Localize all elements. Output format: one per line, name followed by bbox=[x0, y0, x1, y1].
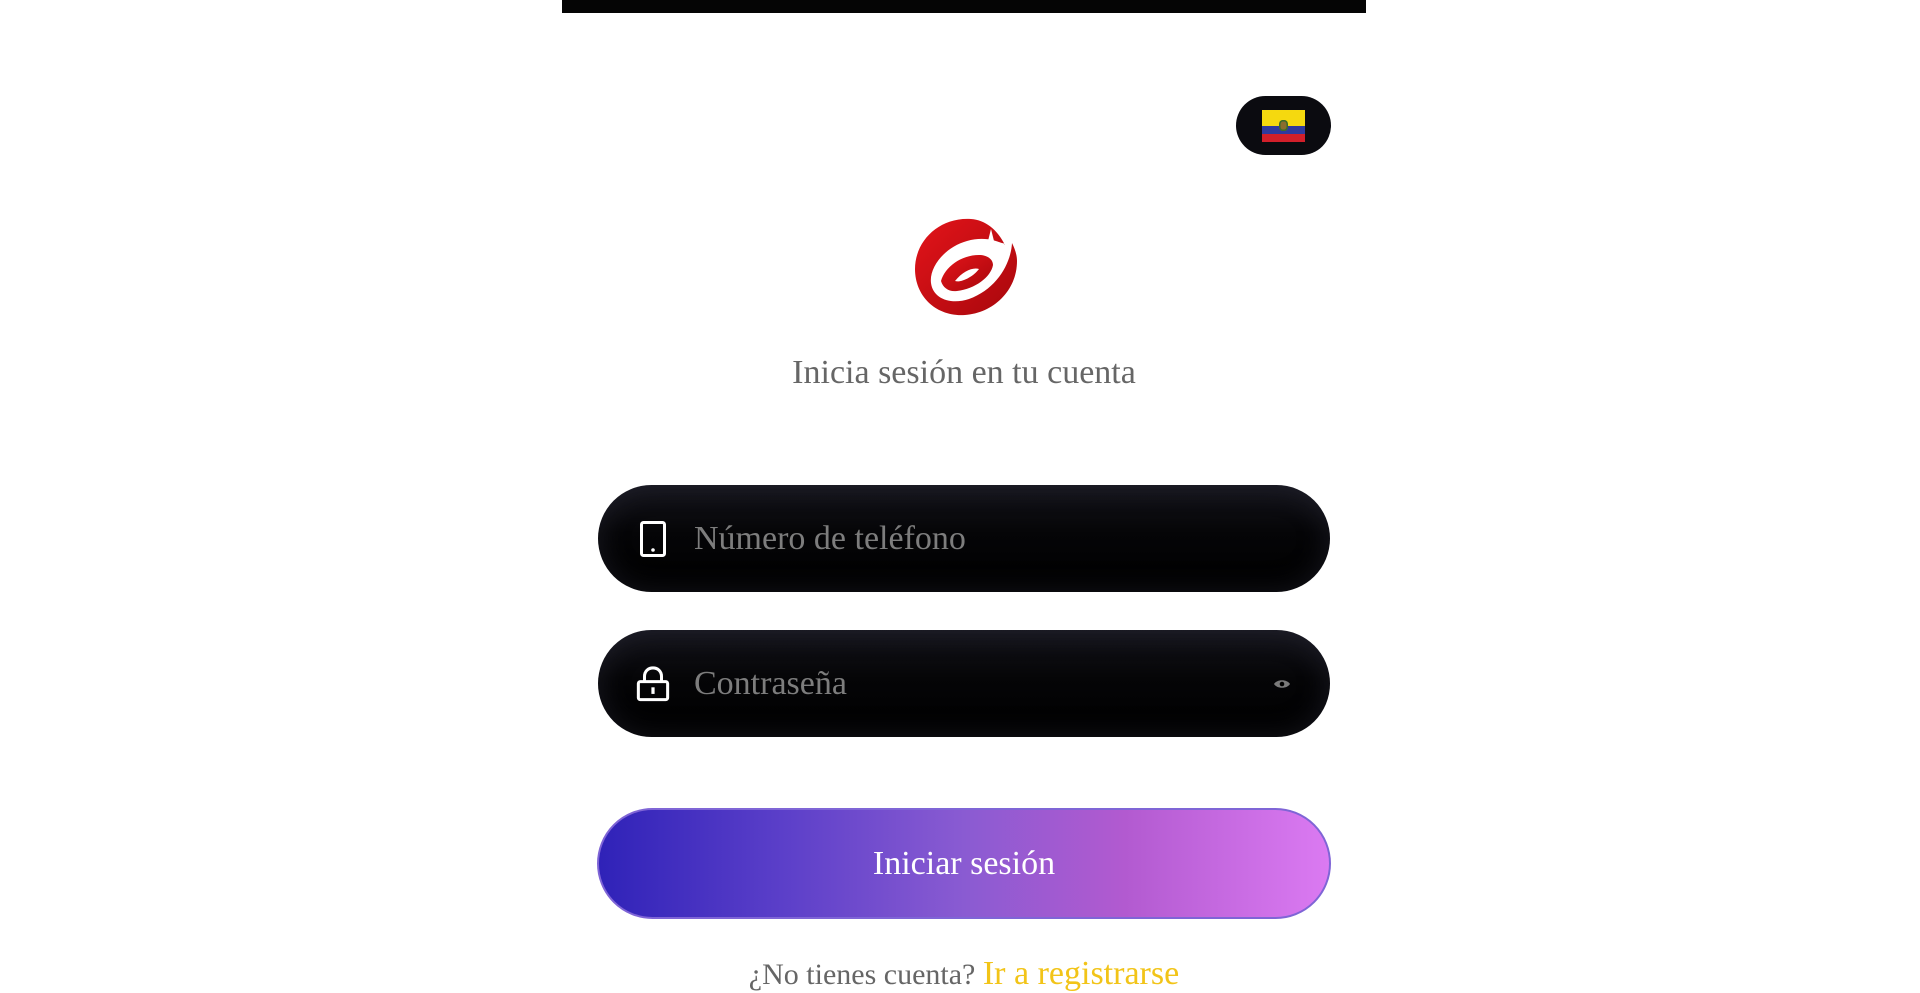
ecuador-flag-icon bbox=[1262, 109, 1305, 142]
phone-field[interactable] bbox=[598, 484, 1330, 593]
register-link[interactable]: Ir a registrarse bbox=[983, 955, 1179, 992]
password-input[interactable] bbox=[692, 629, 1272, 738]
language-selector-button[interactable] bbox=[1236, 96, 1331, 155]
phone-icon bbox=[636, 519, 670, 559]
login-button[interactable]: Iniciar sesión bbox=[597, 808, 1331, 919]
eye-icon[interactable] bbox=[1272, 677, 1292, 691]
no-account-text: ¿No tienes cuenta? bbox=[748, 958, 976, 991]
red-swirl-logo-icon bbox=[911, 215, 1021, 319]
lock-icon bbox=[636, 664, 670, 704]
phone-input[interactable] bbox=[692, 484, 1330, 593]
login-subtitle: Inicia sesión en tu cuenta bbox=[792, 354, 1136, 391]
register-prompt: ¿No tienes cuenta? Ir a registrarse bbox=[562, 955, 1366, 993]
login-page: Inicia sesión en tu cuenta Iniciar ses bbox=[562, 0, 1366, 993]
password-field[interactable] bbox=[598, 629, 1330, 738]
